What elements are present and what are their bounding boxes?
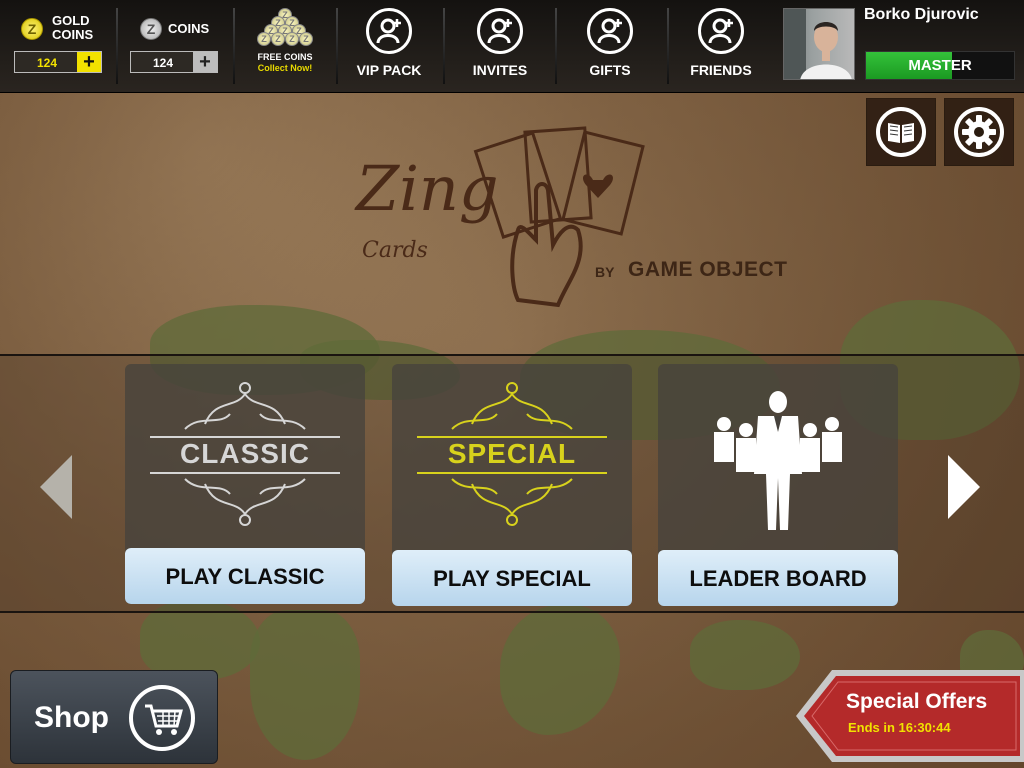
offers-countdown: Ends in 16:30:44 [848, 720, 951, 735]
gold-coins-label-line1: GOLD [52, 13, 90, 28]
add-user-icon [587, 8, 633, 54]
leaderboard-card[interactable]: LEADER BOARD [658, 364, 898, 606]
level-label: MASTER [908, 57, 972, 74]
friends-label: FRIENDS [690, 62, 752, 78]
shopping-cart-icon [129, 685, 195, 751]
play-special-button[interactable]: PLAY SPECIAL [392, 550, 632, 606]
coins-counter: 124 + [130, 51, 218, 73]
zing-cards-logo: Zing Cards BY GAME OBJECT [348, 120, 788, 320]
top-bar: Z GOLD COINS 124 + Z COINS 124 + Z Z Z Z… [0, 0, 1024, 93]
avatar[interactable] [783, 8, 855, 80]
invites-label: INVITES [472, 62, 528, 78]
shop-label: Shop [34, 701, 109, 734]
vip-pack-button[interactable]: VIP PACK [343, 8, 435, 84]
classic-emblem-title: CLASSIC [180, 438, 310, 469]
coins-count: 124 [152, 56, 174, 70]
special-emblem-title: SPECIAL [447, 438, 577, 469]
logo-title: Zing [356, 152, 499, 225]
previous-arrow-button[interactable] [40, 455, 72, 519]
user-name: Borko Djurovic [864, 6, 979, 23]
special-emblem: SPECIAL [412, 374, 612, 534]
leaderboard-people-icon [678, 374, 878, 534]
settings-button[interactable] [944, 98, 1014, 166]
invites-button[interactable]: INVITES [454, 8, 546, 84]
classic-mode-card[interactable]: CLASSIC PLAY CLASSIC [125, 364, 365, 604]
level-progress-bar: MASTER [865, 51, 1015, 80]
special-mode-card[interactable]: SPECIAL PLAY SPECIAL [392, 364, 632, 606]
gold-coins-count: 124 [36, 56, 58, 70]
logo-subtitle: Cards [362, 238, 428, 263]
shop-button[interactable]: Shop [10, 670, 218, 764]
add-user-icon [366, 8, 412, 54]
gifts-label: GIFTS [589, 62, 631, 78]
collect-now-label: Collect Now! [257, 63, 313, 73]
special-offers-title: Special Offers [846, 690, 988, 713]
gear-icon [954, 107, 1004, 157]
gold-coins-label-line2: COINS [52, 27, 94, 42]
band-top-divider [0, 354, 1024, 356]
logo-by: BY [595, 264, 615, 280]
vip-pack-label: VIP PACK [356, 62, 422, 78]
add-gold-coins-button[interactable]: + [77, 52, 101, 72]
rules-button[interactable] [866, 98, 936, 166]
add-user-icon [477, 8, 523, 54]
next-arrow-button[interactable] [948, 455, 980, 519]
free-coins-label: FREE COINS [257, 52, 313, 62]
book-icon [876, 107, 926, 157]
gold-coins-label: GOLD COINS [52, 14, 93, 42]
coin-stack-icon: Z Z Z Z Z Z Z Z Z Z [255, 8, 315, 48]
free-coins-button[interactable]: Z Z Z Z Z Z Z Z Z Z FREE COINS Collect N… [248, 8, 322, 78]
special-offers-button[interactable]: Special Offers Ends in 16:30:44 [794, 668, 1024, 764]
gold-coin-icon: Z [21, 18, 43, 40]
band-bottom-divider [0, 611, 1024, 613]
coins-label: COINS [168, 21, 210, 36]
leader-board-button[interactable]: LEADER BOARD [658, 550, 898, 606]
silver-coin-icon: Z [140, 18, 162, 40]
friends-button[interactable]: FRIENDS [675, 8, 767, 84]
add-coins-button[interactable]: + [193, 52, 217, 72]
play-classic-button[interactable]: PLAY CLASSIC [125, 548, 365, 604]
gold-coins-counter: 124 + [14, 51, 102, 73]
classic-emblem: CLASSIC [145, 374, 345, 534]
gifts-button[interactable]: GIFTS [564, 8, 656, 84]
logo-company: GAME OBJECT [628, 258, 788, 281]
add-user-icon [698, 8, 744, 54]
